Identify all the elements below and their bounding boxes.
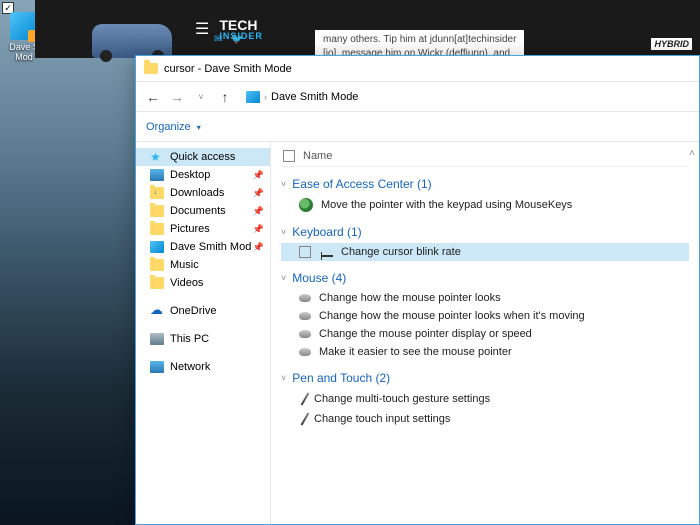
cloud-icon: ☁ bbox=[150, 305, 164, 317]
result-item[interactable]: Change cursor blink rate bbox=[281, 243, 689, 261]
file-explorer-window: cursor - Dave Smith Mode ← → ˅ ↑ › Dave … bbox=[135, 55, 700, 525]
pin-icon: 📌 bbox=[253, 224, 264, 235]
pin-icon: 📌 bbox=[253, 188, 264, 199]
mouse-icon bbox=[299, 294, 311, 302]
social-icons[interactable]: ✉ 🐦 bbox=[214, 34, 247, 45]
result-item[interactable]: Move the pointer with the keypad using M… bbox=[281, 195, 689, 215]
sidebar-this-pc[interactable]: This PC bbox=[136, 330, 270, 348]
app-icon bbox=[10, 12, 38, 40]
ad-hybrid-badge: HYBRID bbox=[651, 38, 692, 50]
result-label: Change touch input settings bbox=[314, 413, 450, 425]
scroll-up-icon[interactable]: ˄ bbox=[689, 148, 695, 159]
ad-car-image bbox=[92, 24, 172, 58]
result-item[interactable]: Change how the mouse pointer looks when … bbox=[281, 307, 689, 325]
recent-dropdown[interactable]: ˅ bbox=[192, 92, 210, 102]
pen-icon bbox=[301, 412, 310, 425]
sidebar-dave-smith-mode[interactable]: Dave Smith Mod 📌 bbox=[136, 238, 270, 256]
item-checkbox[interactable] bbox=[299, 246, 311, 258]
group-header[interactable]: ˅ Ease of Access Center (1) bbox=[281, 177, 689, 191]
cursor-icon bbox=[321, 255, 333, 257]
group-name: Keyboard (1) bbox=[292, 225, 361, 239]
result-label: Change how the mouse pointer looks bbox=[319, 292, 501, 304]
sidebar-downloads[interactable]: Downloads 📌 bbox=[136, 184, 270, 202]
up-button[interactable]: ↑ bbox=[216, 89, 234, 105]
chevron-down-icon: ˅ bbox=[281, 273, 286, 283]
result-item[interactable]: Change the mouse pointer display or spee… bbox=[281, 325, 689, 343]
group-header[interactable]: ˅ Mouse (4) bbox=[281, 271, 689, 285]
back-button[interactable]: ← bbox=[144, 89, 162, 105]
star-icon: ★ bbox=[150, 151, 164, 163]
group-header[interactable]: ˅ Pen and Touch (2) bbox=[281, 371, 689, 385]
mouse-icon bbox=[299, 330, 311, 338]
pin-icon: 📌 bbox=[253, 170, 264, 181]
videos-icon bbox=[150, 277, 164, 289]
network-icon bbox=[150, 361, 164, 373]
mode-icon bbox=[150, 241, 164, 253]
pin-icon: 📌 bbox=[253, 206, 264, 217]
results-pane: ˄ Name ˅ Ease of Access Center (1) Move th… bbox=[271, 142, 699, 524]
folder-icon bbox=[144, 63, 158, 74]
location-icon bbox=[246, 91, 260, 103]
result-item[interactable]: Change touch input settings bbox=[281, 409, 689, 429]
pc-icon bbox=[150, 333, 164, 345]
hamburger-icon[interactable]: ☰ bbox=[195, 19, 209, 39]
organize-menu[interactable]: Organize ▾ bbox=[146, 121, 201, 133]
result-item[interactable]: Change how the mouse pointer looks bbox=[281, 289, 689, 307]
mouse-icon bbox=[299, 348, 311, 356]
documents-icon bbox=[150, 205, 164, 217]
sidebar-onedrive[interactable]: ☁ OneDrive bbox=[136, 302, 270, 320]
command-toolbar: Organize ▾ bbox=[136, 112, 699, 142]
window-title: cursor - Dave Smith Mode bbox=[164, 63, 292, 75]
sidebar-pictures[interactable]: Pictures 📌 bbox=[136, 220, 270, 238]
chevron-down-icon: ˅ bbox=[281, 373, 286, 383]
column-header-row: Name bbox=[281, 146, 689, 167]
address-bar[interactable]: › Dave Smith Mode bbox=[246, 91, 358, 103]
breadcrumb-segment[interactable]: Dave Smith Mode bbox=[271, 91, 358, 103]
pictures-icon bbox=[150, 223, 164, 235]
window-titlebar[interactable]: cursor - Dave Smith Mode bbox=[136, 56, 699, 82]
chevron-down-icon: ˅ bbox=[281, 227, 286, 237]
select-all-checkbox[interactable] bbox=[283, 150, 295, 162]
result-item[interactable]: Change multi-touch gesture settings bbox=[281, 389, 689, 409]
group-name: Pen and Touch (2) bbox=[292, 371, 390, 385]
downloads-icon bbox=[150, 187, 164, 199]
sidebar-network[interactable]: Network bbox=[136, 358, 270, 376]
result-label: Change the mouse pointer display or spee… bbox=[319, 328, 532, 340]
result-label: Change cursor blink rate bbox=[341, 246, 461, 258]
result-item[interactable]: Make it easier to see the mouse pointer bbox=[281, 343, 689, 361]
caret-down-icon: ▾ bbox=[197, 123, 201, 132]
chevron-right-icon: › bbox=[264, 92, 267, 102]
result-label: Move the pointer with the keypad using M… bbox=[321, 199, 572, 211]
sidebar-videos[interactable]: Videos bbox=[136, 274, 270, 292]
sidebar-documents[interactable]: Documents 📌 bbox=[136, 202, 270, 220]
sidebar-music[interactable]: Music bbox=[136, 256, 270, 274]
mouse-icon bbox=[299, 312, 311, 320]
keypad-icon bbox=[299, 198, 313, 212]
navigation-pane: ★ Quick access Desktop 📌 Downloads 📌 Doc… bbox=[136, 142, 271, 524]
pen-icon bbox=[301, 392, 310, 405]
music-icon bbox=[150, 259, 164, 271]
result-label: Change how the mouse pointer looks when … bbox=[319, 310, 585, 322]
sidebar-quick-access[interactable]: ★ Quick access bbox=[136, 148, 270, 166]
result-label: Change multi-touch gesture settings bbox=[314, 393, 490, 405]
nav-toolbar: ← → ˅ ↑ › Dave Smith Mode bbox=[136, 82, 699, 112]
pin-icon: 📌 bbox=[253, 242, 264, 253]
forward-button[interactable]: → bbox=[168, 89, 186, 105]
group-name: Mouse (4) bbox=[292, 271, 346, 285]
group-header[interactable]: ˅ Keyboard (1) bbox=[281, 225, 689, 239]
result-label: Make it easier to see the mouse pointer bbox=[319, 346, 512, 358]
column-name-header[interactable]: Name bbox=[303, 150, 332, 162]
desktop-icon bbox=[150, 169, 164, 181]
group-name: Ease of Access Center (1) bbox=[292, 177, 431, 191]
chevron-down-icon: ˅ bbox=[281, 179, 286, 189]
sidebar-desktop[interactable]: Desktop 📌 bbox=[136, 166, 270, 184]
